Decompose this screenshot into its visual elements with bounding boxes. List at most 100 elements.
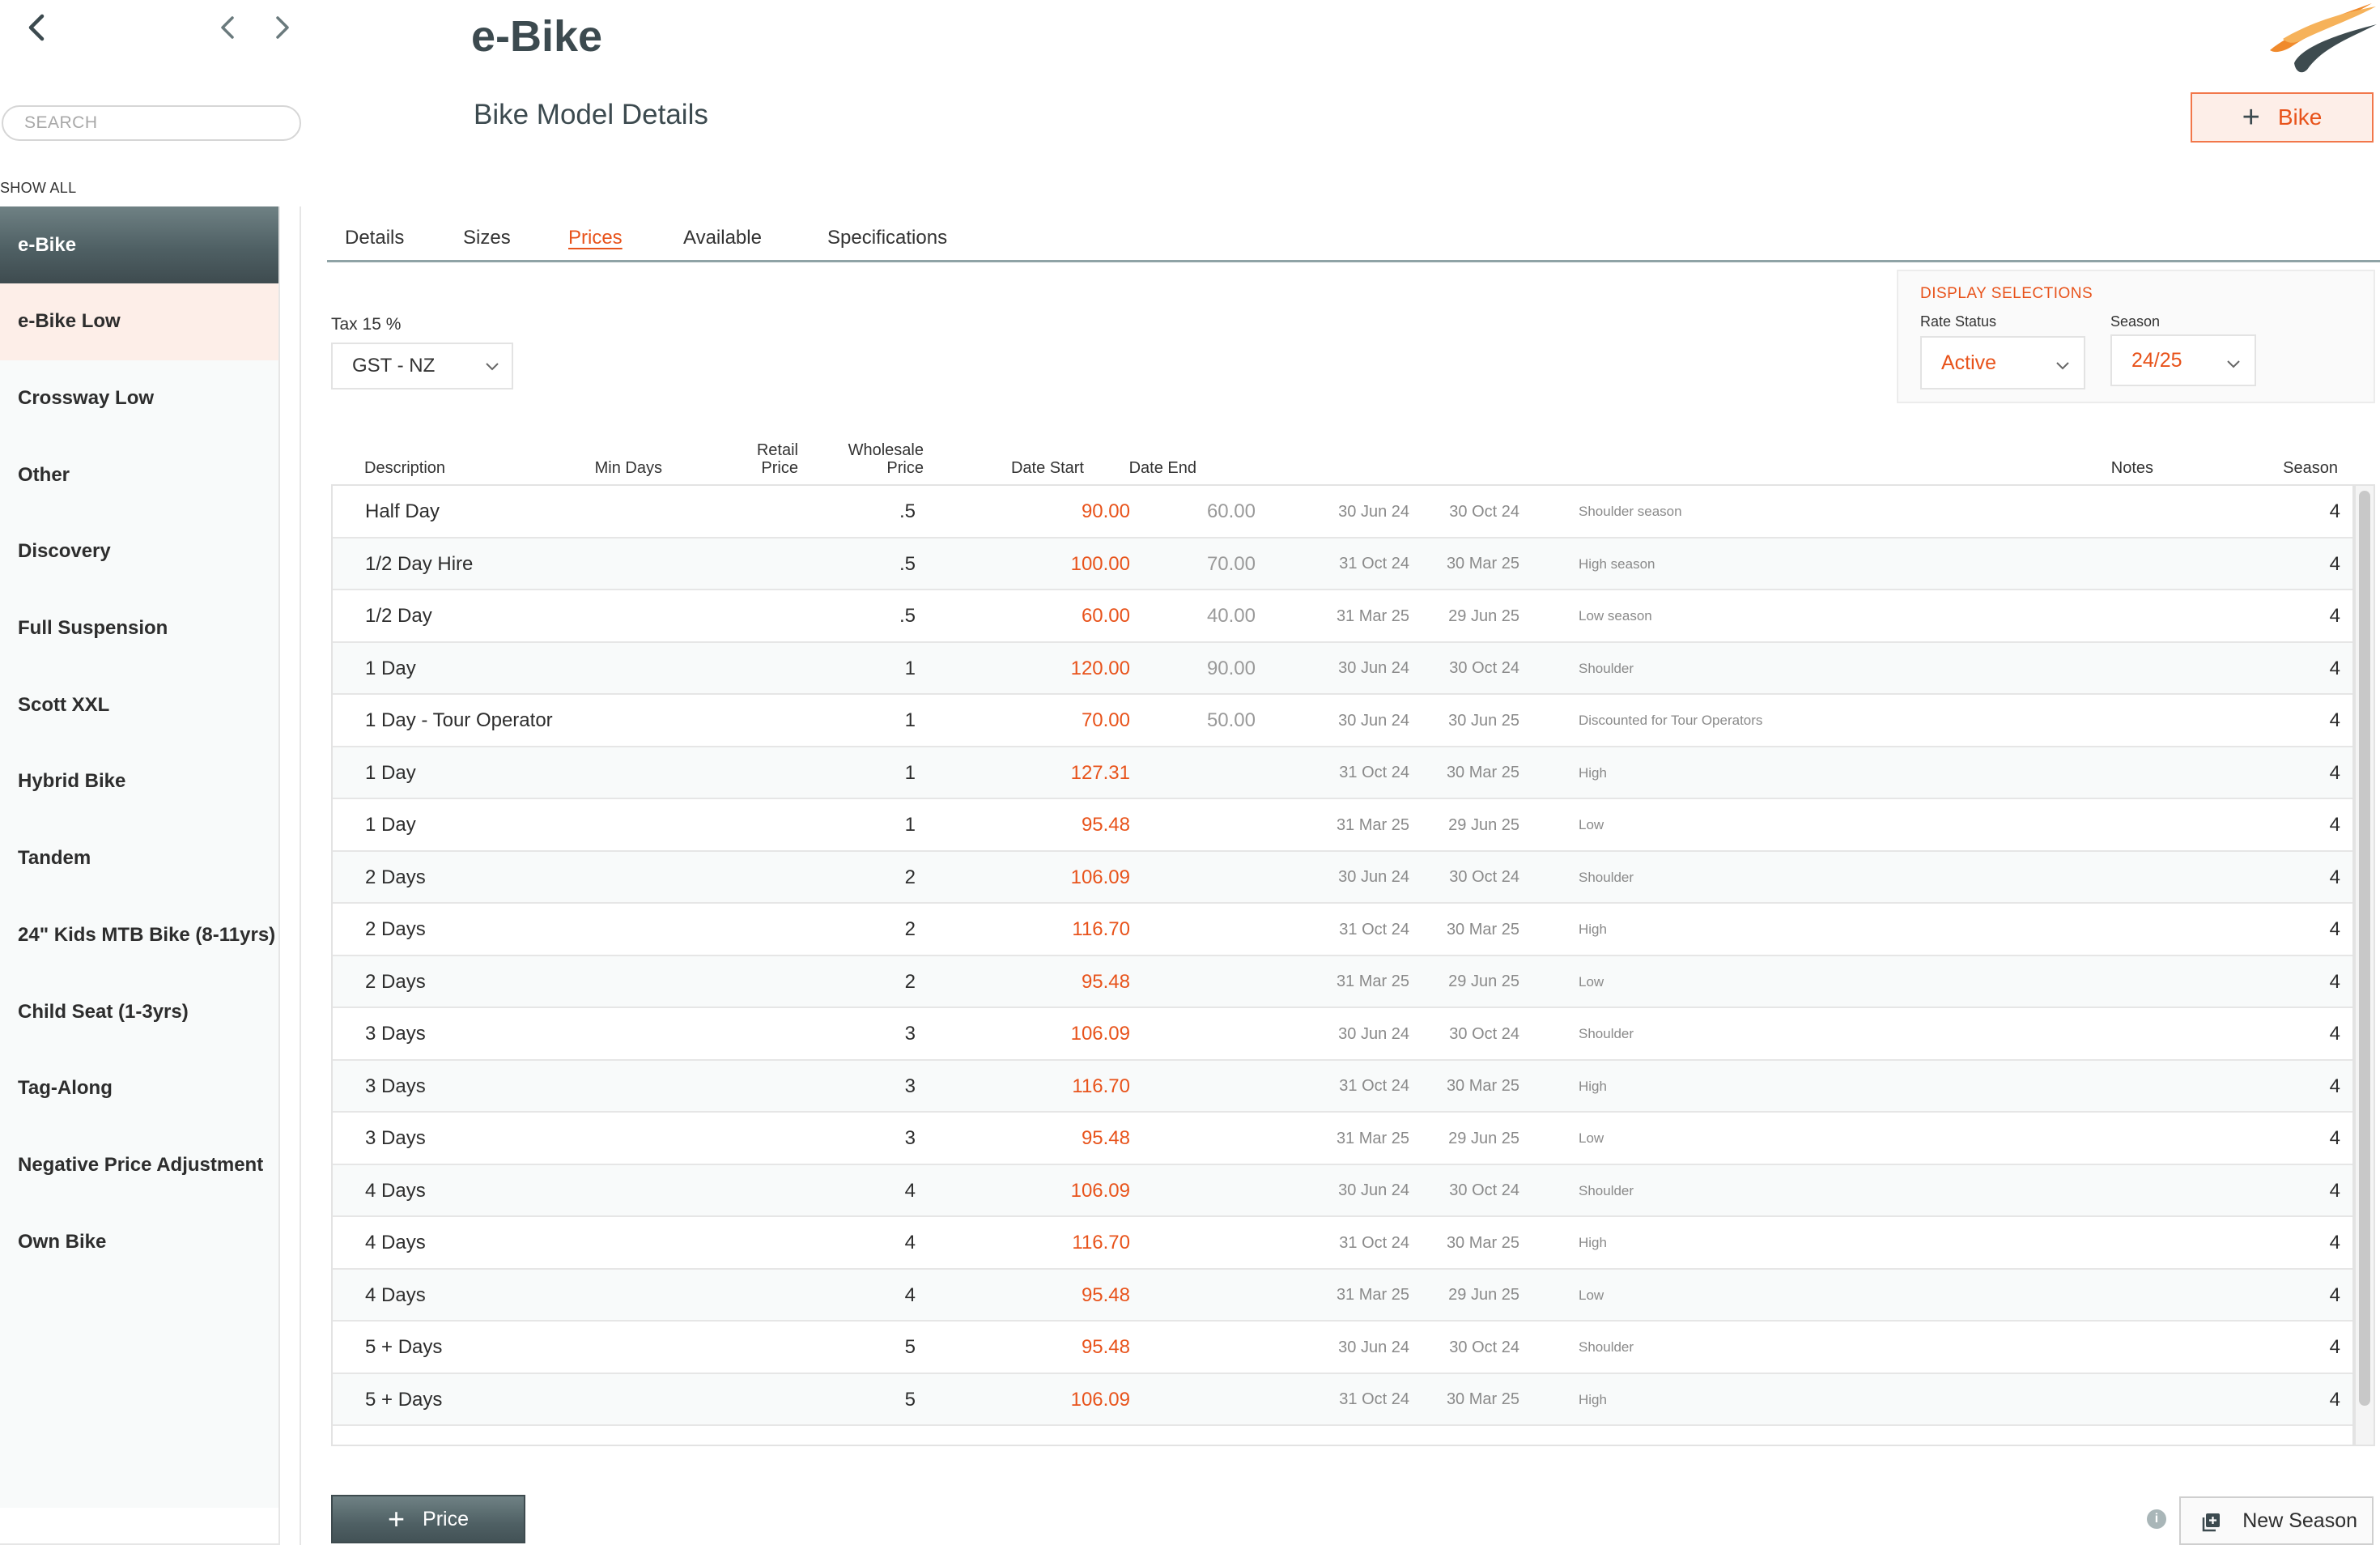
cell-season: 4: [2329, 814, 2340, 836]
sidebar-item[interactable]: Full Suspension: [0, 590, 278, 667]
table-row[interactable]: Half Day .5 90.00 60.00 30 Jun 24 30 Oct 24 Sh…: [333, 486, 2352, 538]
sidebar-item[interactable]: Discovery: [0, 513, 278, 590]
cell-season: 4: [2329, 1179, 2340, 1202]
plus-icon: +: [2242, 100, 2260, 134]
scrollbar-thumb[interactable]: [2359, 491, 2370, 1406]
cell-description: 1 Day: [365, 761, 416, 784]
tab-specifications[interactable]: Specifications: [827, 227, 947, 249]
header-retail-line2: Price: [761, 459, 798, 477]
new-season-label: New Season: [2242, 1509, 2357, 1532]
cell-season: 4: [2329, 1336, 2340, 1358]
cell-season: 4: [2329, 500, 2340, 522]
table-row[interactable]: 4 Days 4 116.70 31 Oct 24 30 Mar 25 High 4: [333, 1217, 2352, 1270]
table-row[interactable]: 4 Days 4 95.48 31 Mar 25 29 Jun 25 Low 4: [333, 1269, 2352, 1322]
sidebar-item[interactable]: Other: [0, 436, 278, 513]
cell-season: 4: [2329, 1232, 2340, 1253]
cell-wholesale-price: [1118, 1374, 1256, 1426]
header-wholesale-line1: Wholesale: [848, 441, 924, 459]
cell-min-days: .5: [899, 500, 916, 522]
tab-sizes[interactable]: Sizes: [463, 227, 511, 249]
cell-notes: Shoulder season: [1579, 504, 1682, 519]
cell-wholesale-price: 90.00: [1206, 657, 1256, 679]
sidebar-item[interactable]: Tandem: [0, 820, 278, 897]
cell-min-days: 1: [904, 657, 916, 679]
next-record-icon[interactable]: [266, 11, 298, 44]
sidebar-item[interactable]: Hybrid Bike: [0, 743, 278, 820]
cell-retail-price: 95.48: [1081, 970, 1130, 993]
cell-min-days: 2: [904, 866, 916, 888]
sidebar-item[interactable]: e-Bike: [0, 206, 278, 283]
info-icon[interactable]: i: [2147, 1509, 2166, 1529]
season-select[interactable]: 24/25: [2110, 334, 2256, 386]
cell-description: 5 + Days: [365, 1388, 443, 1411]
cell-retail-price: 116.70: [1072, 1075, 1130, 1097]
sidebar-item[interactable]: Scott XXL: [0, 666, 278, 743]
cell-wholesale-price: [1118, 956, 1256, 1008]
cell-description: 2 Days: [365, 866, 426, 888]
table-row[interactable]: 1/2 Day .5 60.00 40.00 31 Mar 25 29 Jun 25 Low…: [333, 590, 2352, 643]
cell-min-days: 1: [904, 761, 916, 784]
rate-status-value: Active: [1941, 351, 1997, 374]
search-input[interactable]: [2, 105, 301, 141]
rate-status-select[interactable]: Active: [1920, 336, 2085, 389]
sidebar-item[interactable]: e-Bike Low: [0, 283, 278, 360]
table-row[interactable]: 5 + Days 5 95.48 30 Jun 24 30 Oct 24 Shoulder…: [333, 1322, 2352, 1374]
cell-min-days: 3: [904, 1075, 916, 1097]
table-row[interactable]: 1/2 Day Hire .5 100.00 70.00 31 Oct 24 30 Mar…: [333, 538, 2352, 590]
table-row[interactable]: 3 Days 3 106.09 30 Jun 24 30 Oct 24 Shoulder 4: [333, 1008, 2352, 1061]
new-season-button[interactable]: New Season: [2179, 1496, 2374, 1545]
sidebar-item[interactable]: Tag-Along: [0, 1050, 278, 1127]
sidebar-item[interactable]: Child Seat (1-3yrs): [0, 973, 278, 1050]
cell-season: 4: [2329, 605, 2340, 627]
display-selections-panel: DISPLAY SELECTIONS Rate Status Season Ac…: [1897, 270, 2375, 403]
table-row[interactable]: 1 Day 1 95.48 31 Mar 25 29 Jun 25 Low 4: [333, 799, 2352, 852]
cell-retail-price: 106.09: [1070, 866, 1130, 888]
table-row[interactable]: 3 Days 3 95.48 31 Mar 25 29 Jun 25 Low 4: [333, 1113, 2352, 1165]
chevron-down-icon: [486, 363, 499, 371]
cell-notes: Discounted for Tour Operators: [1579, 713, 1763, 728]
add-bike-button[interactable]: + Bike: [2191, 92, 2374, 143]
add-price-button[interactable]: + Price: [331, 1495, 525, 1543]
table-row[interactable]: 2 Days 2 116.70 31 Oct 24 30 Mar 25 High 4: [333, 904, 2352, 956]
cell-season: 4: [2329, 709, 2340, 731]
cell-description: 1 Day - Tour Operator: [365, 709, 553, 731]
header-retail-line1: Retail: [756, 441, 798, 459]
tab-details[interactable]: Details: [345, 227, 404, 249]
back-icon[interactable]: [21, 11, 53, 44]
tab-available[interactable]: Available: [683, 227, 762, 249]
cell-notes: Low season: [1579, 608, 1652, 624]
table-row[interactable]: 5 + Days 5 106.09 31 Oct 24 30 Mar 25 High 4: [333, 1373, 2352, 1426]
cell-notes: High season: [1579, 555, 1655, 572]
table-row[interactable]: 1 Day - Tour Operator 1 70.00 50.00 30 Jun 2…: [333, 695, 2352, 747]
show-all-link[interactable]: SHOW ALL: [0, 180, 76, 197]
cell-wholesale-price: [1118, 799, 1256, 851]
cell-notes: Shoulder: [1579, 1182, 1634, 1198]
table-scrollbar[interactable]: [2354, 484, 2375, 1446]
tax-select[interactable]: GST - NZ: [331, 343, 513, 389]
cell-season: 4: [2329, 1023, 2340, 1045]
sidebar-divider: [278, 206, 301, 1545]
sidebar-item[interactable]: 24" Kids MTB Bike (8-11yrs): [0, 896, 278, 973]
cell-notes: Shoulder: [1579, 869, 1634, 885]
table-row[interactable]: 3 Days 3 116.70 31 Oct 24 30 Mar 25 High 4: [333, 1060, 2352, 1113]
cell-season: 4: [2329, 657, 2340, 679]
sidebar-item[interactable]: Own Bike: [0, 1203, 278, 1280]
chevron-down-icon: [2227, 360, 2240, 368]
cell-season: 4: [2329, 1388, 2340, 1411]
add-price-label: Price: [423, 1507, 469, 1530]
cell-description: 1/2 Day: [365, 605, 432, 627]
tab-prices[interactable]: Prices: [568, 227, 623, 249]
display-selections-title: DISPLAY SELECTIONS: [1920, 285, 2093, 302]
header-date-start: Date Start: [1010, 459, 1084, 477]
previous-record-icon[interactable]: [212, 11, 244, 44]
add-bike-label: Bike: [2277, 104, 2323, 130]
sidebar-item[interactable]: Negative Price Adjustment: [0, 1126, 278, 1203]
table-row[interactable]: 2 Days 2 106.09 30 Jun 24 30 Oct 24 Shoulder 4: [333, 851, 2352, 904]
sidebar-item[interactable]: Crossway Low: [0, 360, 278, 436]
cell-wholesale-price: [1118, 904, 1256, 956]
table-row[interactable]: 1 Day 1 120.00 90.00 30 Jun 24 30 Oct 24 Shoul…: [333, 642, 2352, 695]
table-row[interactable]: 4 Days 4 106.09 30 Jun 24 30 Oct 24 Shoulder 4: [333, 1164, 2352, 1217]
cell-min-days: 2: [904, 970, 916, 993]
table-row[interactable]: 1 Day 1 127.31 31 Oct 24 30 Mar 25 High 4: [333, 747, 2352, 799]
table-row[interactable]: 2 Days 2 95.48 31 Mar 25 29 Jun 25 Low 4: [333, 956, 2352, 1008]
